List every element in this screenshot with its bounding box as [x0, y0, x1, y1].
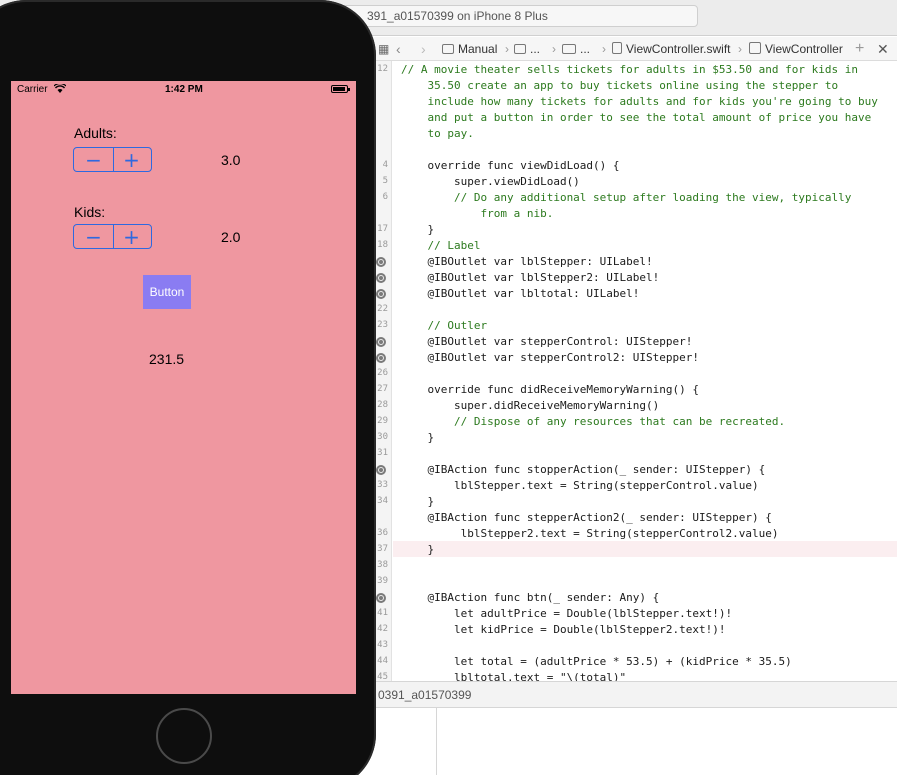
adults-stepper[interactable]: − + — [73, 147, 152, 172]
jumpbar-folder[interactable]: ... — [562, 37, 590, 61]
code-line[interactable]: and put a button in order to see the tot… — [401, 110, 871, 126]
wifi-icon — [54, 84, 66, 93]
current-line-highlight — [393, 541, 897, 557]
code-line[interactable]: @IBOutlet var stepperControl: UIStepper! — [401, 334, 692, 350]
debug-bar: 0391_a01570399 — [360, 681, 897, 708]
code-line[interactable]: let adultPrice = Double(lblStepper.text!… — [401, 606, 732, 622]
calculate-button[interactable]: Button — [143, 275, 191, 309]
code-line[interactable]: lblStepper2.text = String(stepperControl… — [401, 526, 779, 542]
status-bar: Carrier 1:42 PM — [11, 81, 356, 99]
code-line[interactable]: super.viewDidLoad() — [401, 174, 580, 190]
code-line[interactable]: // Label — [401, 238, 480, 254]
outlet-connection-icon[interactable] — [376, 273, 386, 283]
jumpbar-project[interactable]: ... — [514, 37, 540, 61]
code-line[interactable]: } — [401, 222, 434, 238]
code-line[interactable]: @IBAction func stepperAction2(_ sender: … — [401, 510, 771, 526]
chevron-right-icon: › — [602, 42, 606, 56]
back-arrow-icon[interactable]: ‹ — [396, 37, 401, 61]
add-tab-icon[interactable]: + — [855, 37, 864, 61]
jumpbar-manual[interactable]: Manual — [442, 37, 497, 61]
code-line[interactable]: include how many tickets for adults and … — [401, 94, 877, 110]
close-icon[interactable]: ✕ — [877, 37, 889, 61]
adults-increment-button[interactable]: + — [112, 148, 151, 171]
code-line[interactable]: lblStepper.text = String(stepperControl.… — [401, 478, 759, 494]
swift-file-icon — [612, 42, 622, 54]
panel-icon — [442, 44, 454, 54]
status-time: 1:42 PM — [165, 84, 203, 95]
code-line[interactable]: } — [401, 494, 434, 510]
code-line[interactable]: @IBAction func btn(_ sender: Any) { — [401, 590, 659, 606]
jumpbar-symbol[interactable]: ViewController — [749, 37, 843, 61]
code-line[interactable]: @IBAction func stopperAction(_ sender: U… — [401, 462, 765, 478]
code-line[interactable]: // Outler — [401, 318, 487, 334]
code-line[interactable]: @IBOutlet var lblStepper2: UILabel! — [401, 270, 659, 286]
debug-title: 0391_a01570399 — [378, 688, 472, 702]
code-line[interactable]: } — [401, 542, 434, 558]
outlet-connection-icon[interactable] — [376, 353, 386, 363]
adults-decrement-button[interactable]: − — [74, 148, 113, 171]
code-line[interactable]: override func didReceiveMemoryWarning() … — [401, 382, 699, 398]
debug-area — [360, 708, 897, 775]
code-line[interactable]: // A movie theater sells tickets for adu… — [401, 62, 858, 78]
carrier-label: Carrier — [17, 84, 48, 95]
kids-decrement-button[interactable]: − — [74, 225, 113, 248]
code-line[interactable]: @IBOutlet var lblStepper: UILabel! — [401, 254, 652, 270]
code-line[interactable]: } — [401, 430, 434, 446]
adults-label: Adults: — [74, 125, 117, 141]
code-line[interactable]: let kidPrice = Double(lblStepper2.text!)… — [401, 622, 726, 638]
code-line[interactable]: 35.50 create an app to buy tickets onlin… — [401, 78, 838, 94]
home-button[interactable] — [156, 708, 212, 764]
class-icon — [749, 42, 761, 54]
related-items-icon[interactable]: ▦ — [378, 37, 389, 61]
outlet-connection-icon[interactable] — [376, 289, 386, 299]
chevron-right-icon: › — [738, 42, 742, 56]
outlet-connection-icon[interactable] — [376, 337, 386, 347]
code-line[interactable]: @IBOutlet var stepperControl2: UIStepper… — [401, 350, 699, 366]
code-line[interactable]: to pay. — [401, 126, 473, 142]
code-line[interactable]: // Do any additional setup after loading… — [401, 190, 851, 206]
chevron-right-icon: › — [552, 42, 556, 56]
code-line[interactable]: @IBOutlet var lbltotal: UILabel! — [401, 286, 639, 302]
battery-icon — [331, 85, 350, 93]
outlet-connection-icon[interactable] — [376, 465, 386, 475]
forward-arrow-icon[interactable]: › — [421, 37, 426, 61]
project-icon — [514, 44, 526, 54]
debug-divider — [436, 708, 437, 775]
code-line[interactable]: // Dispose of any resources that can be … — [401, 414, 785, 430]
scheme-status-field[interactable]: 391_a01570399 on iPhone 8 Plus — [330, 5, 698, 27]
code-line[interactable]: from a nib. — [401, 206, 553, 222]
kids-increment-button[interactable]: + — [112, 225, 151, 248]
kids-label: Kids: — [74, 204, 106, 220]
code-line[interactable]: let total = (adultPrice * 53.5) + (kidPr… — [401, 654, 792, 670]
outlet-connection-icon[interactable] — [376, 257, 386, 267]
simulator-screen: Carrier 1:42 PM Adults: − + 3.0 Kids: − … — [11, 81, 356, 694]
total-label: 231.5 — [149, 351, 185, 367]
adults-value-label: 3.0 — [221, 152, 241, 168]
code-line[interactable]: super.didReceiveMemoryWarning() — [401, 398, 659, 414]
kids-stepper[interactable]: − + — [73, 224, 152, 249]
outlet-connection-icon[interactable] — [376, 593, 386, 603]
folder-icon — [562, 44, 576, 54]
code-line[interactable]: override func viewDidLoad() { — [401, 158, 619, 174]
chevron-right-icon: › — [505, 42, 509, 56]
jumpbar-file[interactable]: ViewController.swift — [612, 37, 730, 61]
kids-value-label: 2.0 — [221, 229, 241, 245]
